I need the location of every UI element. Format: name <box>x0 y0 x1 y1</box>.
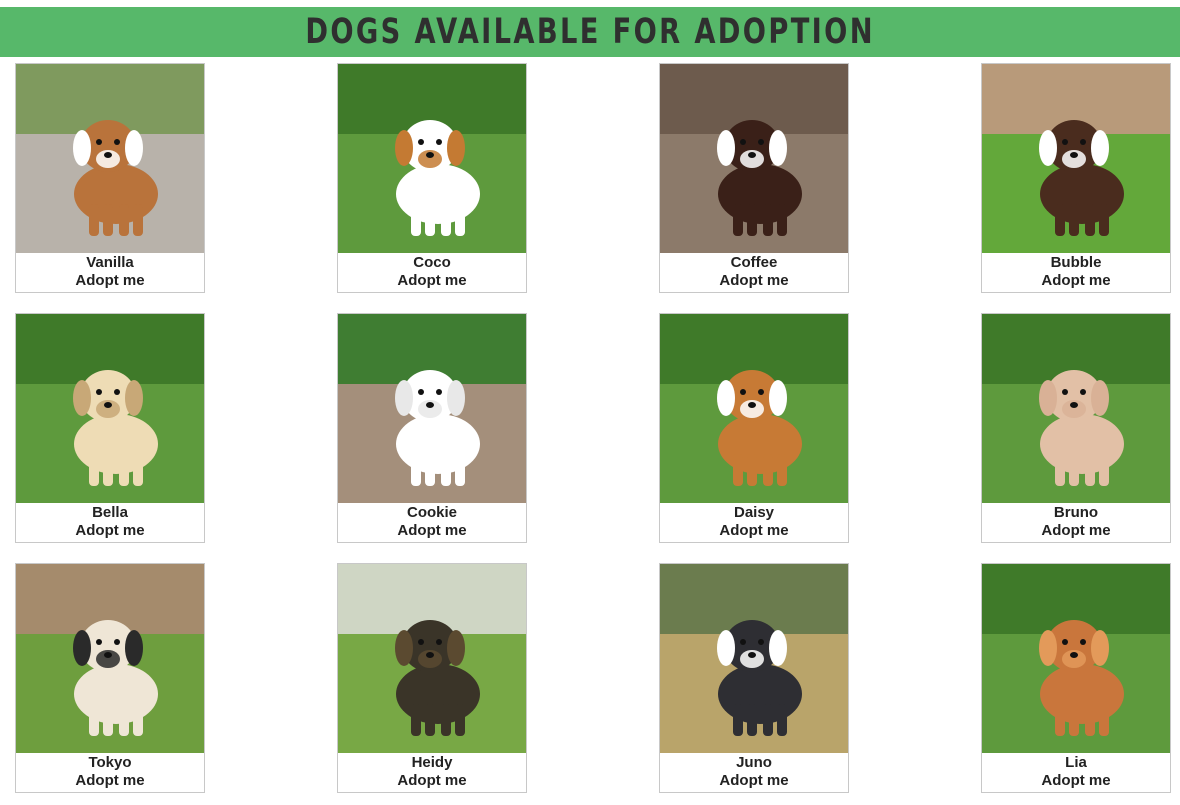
dog-name: Lia <box>1065 754 1087 771</box>
dog-name: Cookie <box>406 504 457 521</box>
dog-photo-image <box>16 314 204 503</box>
dog-card: Coco Adopt me <box>337 63 527 293</box>
dog-photo-image <box>660 314 848 503</box>
dog-photo-image <box>660 64 848 253</box>
adopt-me-link[interactable]: Adopt me <box>16 272 204 290</box>
dog-name: Coco <box>413 254 451 271</box>
adopt-me-link[interactable]: Adopt me <box>338 522 526 540</box>
dog-card: Bella Adopt me <box>15 313 205 543</box>
dog-name: Bruno <box>1053 504 1099 521</box>
dog-card: Coffee Adopt me <box>659 63 849 293</box>
dog-photo <box>338 64 526 253</box>
dog-photo <box>982 64 1170 253</box>
dog-card: Bruno Adopt me <box>981 313 1171 543</box>
dog-card: Vanilla Adopt me <box>15 63 205 293</box>
adopt-me-link[interactable]: Adopt me <box>982 772 1170 790</box>
adopt-me-link[interactable]: Adopt me <box>982 272 1170 290</box>
dog-photo <box>16 314 204 503</box>
dog-photo <box>338 564 526 753</box>
dog-photo-image <box>16 564 204 753</box>
dog-card: Daisy Adopt me <box>659 313 849 543</box>
adopt-me-link[interactable]: Adopt me <box>16 522 204 540</box>
adopt-me-link[interactable]: Adopt me <box>982 522 1170 540</box>
dog-photo-image <box>16 64 204 253</box>
adopt-me-link[interactable]: Adopt me <box>660 522 848 540</box>
dog-photo <box>982 314 1170 503</box>
adopt-me-link[interactable]: Adopt me <box>660 272 848 290</box>
dog-card: Tokyo Adopt me <box>15 563 205 793</box>
dog-card: Cookie Adopt me <box>337 313 527 543</box>
adopt-me-link[interactable]: Adopt me <box>338 772 526 790</box>
dog-name: Daisy <box>733 504 775 521</box>
dog-photo-image <box>660 564 848 753</box>
dog-photo-image <box>982 564 1170 753</box>
page-title: DOGS AVAILABLE FOR ADOPTION <box>305 12 875 52</box>
dog-photo <box>16 64 204 253</box>
dog-name: Bella <box>92 504 128 521</box>
adopt-me-link[interactable]: Adopt me <box>660 772 848 790</box>
dog-photo <box>16 564 204 753</box>
adopt-me-link[interactable]: Adopt me <box>338 272 526 290</box>
dog-photo-image <box>982 64 1170 253</box>
dog-card: Heidy Adopt me <box>337 563 527 793</box>
dog-name: Juno <box>736 754 772 771</box>
dog-grid: Vanilla Adopt me Coco Adopt me Coffee Adopt… <box>15 63 1171 793</box>
dog-card: Lia Adopt me <box>981 563 1171 793</box>
page-header-banner: DOGS AVAILABLE FOR ADOPTION <box>0 7 1180 57</box>
dog-name: Bubble <box>1050 254 1102 271</box>
dog-name: Coffee <box>730 254 778 271</box>
dog-card: Juno Adopt me <box>659 563 849 793</box>
dog-photo <box>660 564 848 753</box>
dog-name: Heidy <box>411 754 453 771</box>
adopt-me-link[interactable]: Adopt me <box>16 772 204 790</box>
dog-photo-image <box>338 64 526 253</box>
dog-photo <box>660 64 848 253</box>
dog-photo <box>982 564 1170 753</box>
dog-photo-image <box>338 314 526 503</box>
dog-photo <box>338 314 526 503</box>
dog-photo-image <box>338 564 526 753</box>
dog-photo-image <box>982 314 1170 503</box>
dog-card: Bubble Adopt me <box>981 63 1171 293</box>
dog-photo <box>660 314 848 503</box>
dog-name: Vanilla <box>86 254 134 271</box>
dog-name: Tokyo <box>88 754 132 771</box>
